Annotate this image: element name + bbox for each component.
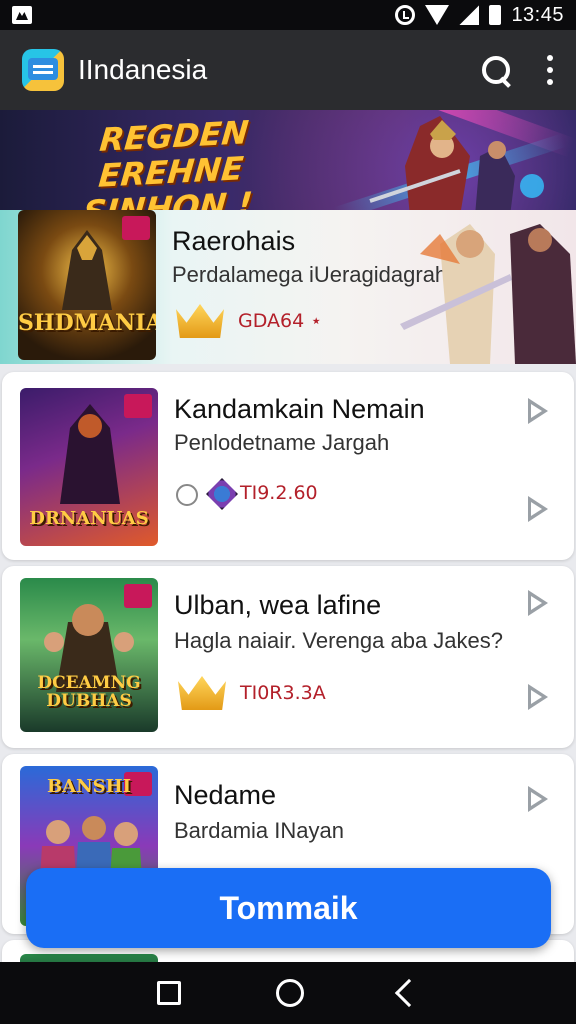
play-icon[interactable]	[528, 496, 550, 522]
app-bar: IIndanesia	[0, 30, 576, 110]
item-metric: TI9.2.60	[240, 482, 318, 504]
home-button-icon[interactable]	[275, 979, 304, 1007]
app-title: IIndanesia	[78, 54, 208, 85]
thumbnail-label: BANSHI	[46, 776, 132, 797]
thumbnail-badge	[122, 216, 150, 240]
game-thumbnail: DRNANUAS	[20, 388, 158, 546]
thumbnail-character	[60, 404, 120, 504]
crown-icon	[178, 676, 226, 710]
featured-hero-art	[400, 224, 576, 364]
status-icons: 13:45	[395, 4, 564, 27]
play-icon[interactable]	[528, 590, 550, 616]
battery-icon	[489, 5, 502, 25]
item-subtitle: Bardamia INayan	[174, 818, 344, 843]
app-bar-actions	[480, 54, 554, 86]
primary-action-button[interactable]: Tommaik	[26, 868, 551, 948]
thumbnail-label: SHDMANIA	[18, 310, 156, 336]
item-metric: TI0R3.3A	[240, 682, 326, 704]
more-options-icon[interactable]	[546, 55, 554, 85]
back-button-icon[interactable]	[394, 978, 423, 1008]
play-icon[interactable]	[528, 786, 550, 812]
item-title: Raerohais	[172, 226, 296, 256]
signal-icon	[459, 5, 480, 25]
search-icon[interactable]	[480, 54, 512, 86]
thumbnail-label: DCEAMNG DUBHAS	[37, 673, 141, 711]
wifi-icon	[425, 5, 450, 25]
status-bar: 13:45	[0, 0, 576, 30]
notification-icon	[12, 6, 32, 24]
thumbnail-label: DRNANUAS	[29, 508, 149, 529]
list-item[interactable]: DCEAMNG DUBHAS Ulban, wea lafine Hagla n…	[2, 566, 574, 748]
recents-button-icon[interactable]	[157, 981, 182, 1005]
game-thumbnail: DCEAMNG DUBHAS	[20, 578, 158, 732]
alarm-icon	[395, 5, 416, 25]
game-thumbnail: SHDMANIA	[18, 210, 156, 360]
thumbnail-character	[62, 230, 112, 310]
banner-hero-art	[369, 116, 544, 210]
crown-icon	[176, 304, 224, 338]
item-title: Nedame	[174, 780, 277, 810]
item-subtitle: Hagla naiair. Verenga aba Jakes?	[174, 628, 504, 653]
list-item[interactable]: DRNANUAS Kandamkain Nemain Penlodetname …	[2, 372, 574, 560]
navigation-bar	[0, 962, 576, 1024]
item-subtitle: Penlodetname Jargah	[174, 430, 390, 455]
item-title: Ulban, wea lafine	[174, 590, 382, 620]
play-icon[interactable]	[528, 398, 550, 424]
list-item[interactable]: SHDMANIA Raerohais Perdalamega iUeragida…	[0, 210, 576, 364]
banner-title: REGDEN EREHNE SINHON !	[81, 113, 255, 210]
item-title: Kandamkain Nemain	[174, 394, 425, 424]
hero-banner[interactable]: REGDEN EREHNE SINHON !	[0, 110, 576, 210]
status-time: 13:45	[511, 3, 564, 26]
hand-icon	[176, 484, 198, 506]
play-icon[interactable]	[528, 684, 550, 710]
game-logo-icon	[206, 478, 238, 510]
item-metric: GDA64 ⋆	[238, 310, 323, 332]
app-logo-icon	[22, 49, 64, 91]
